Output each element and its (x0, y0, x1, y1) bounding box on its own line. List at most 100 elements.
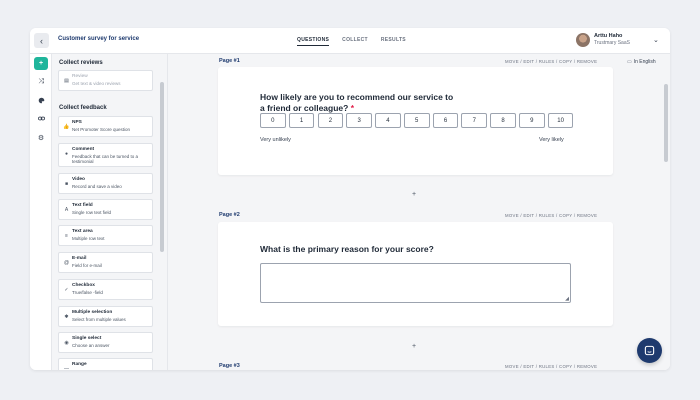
app-window: ‹ Customer survey for service QUESTIONS … (30, 28, 670, 370)
field-text-field[interactable]: A Text field Single row text field (58, 199, 153, 220)
user-org: Trustmary SaaS (594, 40, 630, 46)
field-desc: Record and save a video (72, 183, 122, 189)
nps-option[interactable]: 4 (375, 113, 401, 128)
check-icon: ✓ (64, 287, 69, 293)
tab-collect[interactable]: COLLECT (342, 37, 368, 46)
survey-canvas: ▭ In English Page #1 MOVE / EDIT / RULES … (168, 54, 670, 370)
field-text-area[interactable]: ≡ Text area Multiple row text (58, 225, 153, 246)
field-name: Comment (72, 147, 95, 152)
review-icon: ▤ (64, 78, 69, 84)
field-name: Single select (72, 336, 102, 341)
field-desc: Field for e-mail (72, 262, 102, 268)
canvas-scrollbar[interactable] (664, 84, 668, 162)
scale-low-label: Very unlikely (260, 137, 291, 143)
chevron-down-icon[interactable]: ⌄ (653, 36, 659, 44)
chevron-left-icon[interactable]: ‹ (34, 33, 49, 48)
tab-results[interactable]: RESULTS (381, 37, 406, 46)
nps-option[interactable]: 8 (490, 113, 516, 128)
nps-option[interactable]: 0 (260, 113, 286, 128)
range-icon: — (64, 366, 69, 370)
field-name: Range (72, 362, 87, 367)
collect-reviews-title: Collect reviews (59, 60, 103, 66)
tab-bar: QUESTIONS COLLECT RESULTS (297, 37, 406, 46)
page-label: Page #2 (219, 212, 240, 218)
nps-scale: 0 1 2 3 4 5 6 7 8 9 10 (260, 113, 574, 128)
resize-handle-icon[interactable]: ◢ (565, 296, 569, 302)
at-icon: @ (63, 260, 70, 266)
field-desc: Select from multiple values (72, 316, 126, 322)
nps-option[interactable]: 10 (547, 113, 574, 128)
thumbs-up-icon: 👍 (63, 124, 70, 130)
fields-sidebar: Collect reviews ▤ Review Get text & vide… (52, 54, 168, 370)
nps-option[interactable]: 1 (288, 113, 315, 128)
multi-select-icon: ✱ (64, 314, 69, 320)
text-icon: A (64, 207, 69, 213)
question-title: How likely are you to recommend our serv… (260, 92, 460, 114)
question-card-nps[interactable]: How likely are you to recommend our serv… (218, 67, 613, 175)
page-actions[interactable]: MOVE / EDIT / RULES / COPY / REMOVE (505, 213, 597, 218)
nps-option[interactable]: 5 (403, 113, 430, 128)
field-name: Text area (72, 229, 93, 234)
field-video[interactable]: ■ Video Record and save a video (58, 173, 153, 194)
field-nps[interactable]: 👍 NPS Net Promoter Score question (58, 116, 153, 137)
field-desc: Single row text field (72, 209, 112, 215)
page-actions[interactable]: MOVE / EDIT / RULES / COPY / REMOVE (505, 364, 597, 369)
top-bar: ‹ Customer survey for service QUESTIONS … (30, 28, 670, 54)
reason-textarea[interactable]: ◢ (260, 263, 571, 303)
language-selector[interactable]: ▭ In English (627, 59, 656, 65)
shuffle-icon[interactable]: ⤨ (34, 75, 48, 88)
user-name[interactable]: Arttu Haho (594, 33, 622, 39)
field-email[interactable]: @ E-mail Field for e-mail (58, 252, 153, 273)
field-name: Review (72, 74, 88, 79)
comment-icon: ● (64, 151, 69, 157)
field-multiple-selection[interactable]: ✱ Multiple selection Select from multipl… (58, 306, 153, 327)
page-label: Page #1 (219, 58, 240, 64)
lines-icon: ≡ (65, 233, 68, 239)
field-name: Video (72, 177, 85, 182)
link-icon[interactable] (34, 112, 48, 125)
nps-option[interactable]: 2 (317, 113, 344, 128)
field-name: NPS (72, 120, 82, 125)
avatar[interactable] (576, 33, 590, 47)
nps-option[interactable]: 3 (346, 113, 372, 128)
nps-option[interactable]: 6 (432, 113, 459, 128)
gear-icon[interactable]: ⚙ (34, 131, 48, 144)
plus-icon[interactable]: + (34, 57, 48, 70)
field-name: Multiple selection (72, 310, 113, 315)
language-icon: ▭ (627, 59, 632, 65)
video-icon: ■ (64, 181, 69, 187)
add-page-button[interactable]: + (412, 343, 416, 350)
question-card-reason[interactable]: What is the primary reason for your scor… (218, 222, 613, 326)
required-mark: * (350, 103, 355, 113)
page-actions[interactable]: MOVE / EDIT / RULES / COPY / REMOVE (505, 59, 597, 64)
add-page-button[interactable]: + (412, 191, 416, 198)
field-checkbox[interactable]: ✓ Checkbox True/false -field (58, 279, 153, 300)
scale-high-label: Very likely (539, 137, 564, 143)
radio-icon: ◉ (64, 340, 69, 346)
field-range[interactable]: — Range (58, 358, 153, 370)
field-desc: True/false -field (72, 289, 103, 295)
field-desc: Multiple row text (72, 235, 105, 241)
palette-icon[interactable] (34, 94, 48, 107)
field-review[interactable]: ▤ Review Get text & video reviews (58, 70, 153, 91)
field-desc: Net Promoter Score question (72, 126, 131, 132)
field-name: E-mail (72, 256, 87, 261)
question-title: What is the primary reason for your scor… (260, 244, 434, 254)
field-name: Text field (72, 203, 93, 208)
chat-icon[interactable] (637, 338, 662, 363)
nps-option[interactable]: 9 (519, 113, 545, 128)
nps-option[interactable]: 7 (461, 113, 488, 128)
field-single-select[interactable]: ◉ Single select Choose an answer (58, 332, 153, 353)
language-label: In English (633, 59, 656, 65)
field-desc: Get text & video reviews (72, 80, 121, 86)
icon-rail: + ⤨ ⚙ (30, 54, 52, 370)
survey-title[interactable]: Customer survey for service (58, 36, 139, 42)
tab-questions[interactable]: QUESTIONS (297, 37, 330, 46)
sidebar-scrollbar[interactable] (160, 82, 164, 252)
page-label: Page #3 (219, 363, 240, 369)
field-name: Checkbox (72, 283, 95, 288)
collect-feedback-title: Collect feedback (59, 105, 107, 111)
field-desc: Feedback that can be turned to a testimo… (72, 153, 139, 165)
field-comment[interactable]: ● Comment Feedback that can be turned to… (58, 143, 153, 167)
field-desc: Choose an answer (72, 342, 110, 348)
